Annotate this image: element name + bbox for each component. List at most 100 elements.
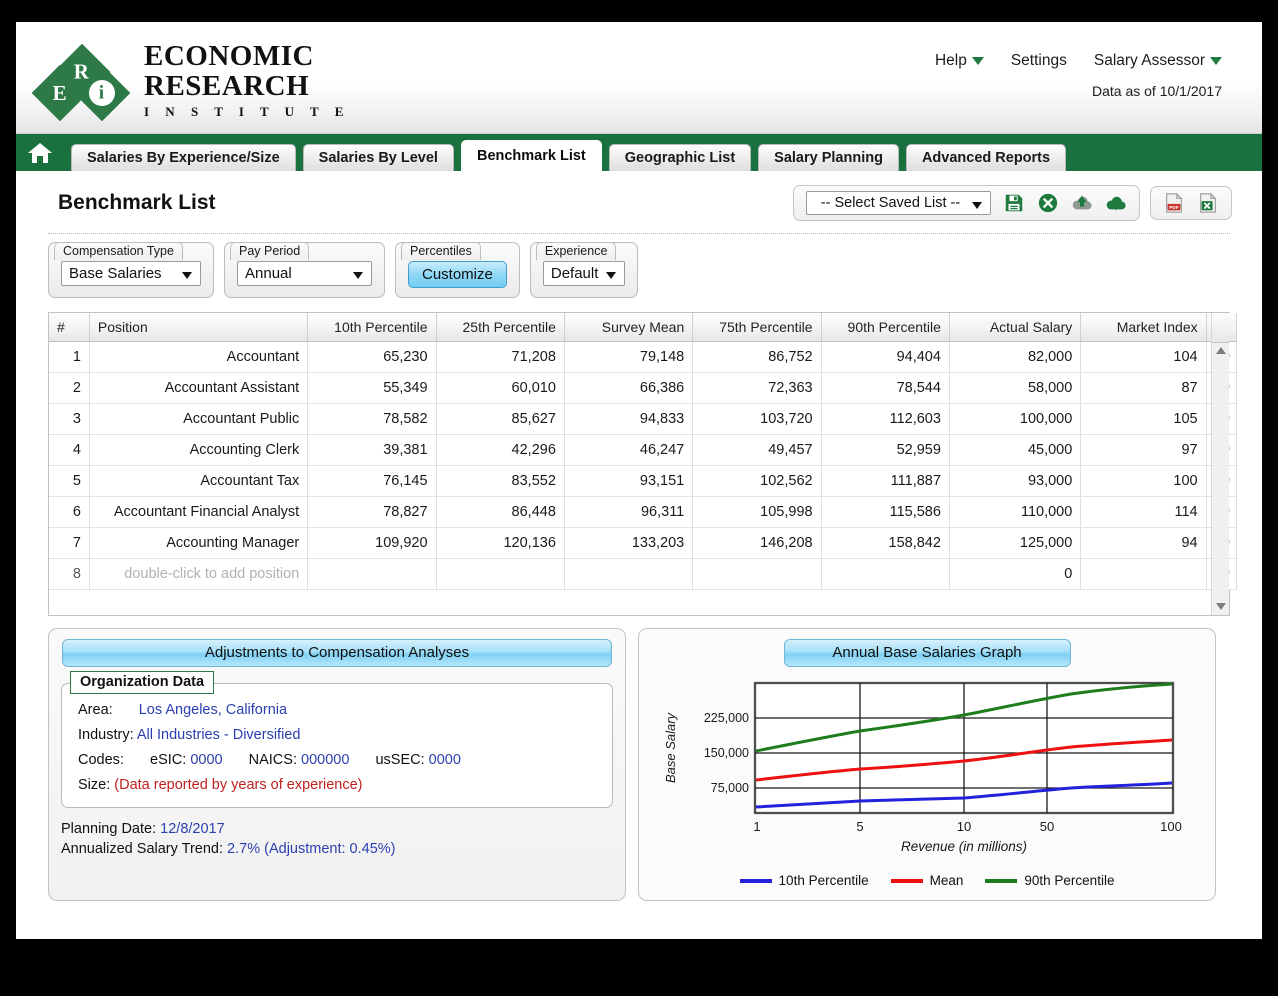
cell-actual-salary[interactable]: 110,000 xyxy=(949,496,1082,528)
legend-swatch-blue xyxy=(739,878,772,883)
col-header-position[interactable]: Position xyxy=(89,313,309,342)
delete-list-icon[interactable] xyxy=(1037,192,1059,214)
cell-market-index: 97 xyxy=(1080,434,1207,466)
chevron-down-icon xyxy=(1210,56,1222,65)
cell-actual-salary[interactable]: 100,000 xyxy=(949,403,1082,435)
codes-label: Codes: xyxy=(78,752,124,768)
tab-advanced-reports[interactable]: Advanced Reports xyxy=(905,144,1067,171)
cell-p10: 109,920 xyxy=(307,527,437,559)
cell-position[interactable]: Accountant Assistant xyxy=(89,372,309,404)
col-header-number[interactable]: # xyxy=(49,313,90,342)
y-tick-225000: 225,000 xyxy=(704,711,749,725)
customize-percentiles-button[interactable]: Customize xyxy=(408,261,507,288)
cell-p25: 60,010 xyxy=(436,372,565,404)
title-and-toolbar-row: Benchmark List -- Select Saved List -- P… xyxy=(36,171,1242,231)
excel-export-icon[interactable] xyxy=(1197,192,1219,214)
table-header-row: # Position 10th Percentile 25th Percenti… xyxy=(49,313,1238,342)
app-header: R E i ECONOMIC RESEARCH I N S T I T U T … xyxy=(16,22,1262,134)
product-menu[interactable]: Salary Assessor xyxy=(1094,52,1222,70)
col-header-survey-mean[interactable]: Survey Mean xyxy=(564,313,694,342)
cell-number: 7 xyxy=(49,527,90,559)
table-row[interactable]: 7 Accounting Manager 109,920 120,136 133… xyxy=(49,527,1238,559)
scroll-down-button[interactable] xyxy=(1212,598,1229,615)
scroll-up-button[interactable] xyxy=(1212,342,1229,359)
data-as-of-label: Data as of 10/1/2017 xyxy=(1092,83,1222,99)
experience-wrapper: Default xyxy=(542,261,625,286)
industry-row: Industry: All Industries - Diversified xyxy=(78,727,596,743)
save-icon[interactable] xyxy=(1003,192,1025,214)
cell-actual-salary[interactable]: 58,000 xyxy=(949,372,1082,404)
cell-p25: 86,448 xyxy=(436,496,565,528)
table-scrollbar[interactable] xyxy=(1211,313,1229,615)
chevron-up-icon xyxy=(1215,347,1226,354)
tab-benchmark-list[interactable]: Benchmark List xyxy=(460,140,602,171)
upload-icon[interactable] xyxy=(1071,192,1093,214)
home-button[interactable] xyxy=(16,134,64,171)
cell-number: 8 xyxy=(49,558,90,590)
cell-position[interactable]: Accountant xyxy=(89,341,309,373)
compensation-type-select[interactable]: Base Salaries xyxy=(61,261,201,286)
settings-link[interactable]: Settings xyxy=(1011,52,1067,70)
download-icon[interactable] xyxy=(1105,192,1127,214)
salary-trend-row: Annualized Salary Trend: 2.7% (Adjustmen… xyxy=(61,841,613,857)
cell-actual-salary[interactable]: 0 xyxy=(949,558,1082,590)
cell-position[interactable]: Accountant Tax xyxy=(89,465,309,497)
col-header-market-index[interactable]: Market Index xyxy=(1080,313,1207,342)
col-header-10th-percentile[interactable]: 10th Percentile xyxy=(307,313,437,342)
naics-value[interactable]: 000000 xyxy=(301,752,349,768)
product-label: Salary Assessor xyxy=(1093,52,1205,69)
graph-panel-header[interactable]: Annual Base Salaries Graph xyxy=(783,639,1071,667)
industry-value[interactable]: All Industries - Diversified xyxy=(137,727,301,743)
table-row[interactable]: 3 Accountant Public 78,582 85,627 94,833… xyxy=(49,403,1238,435)
eri-logo[interactable]: R E i ECONOMIC RESEARCH I N S T I T U T … xyxy=(31,40,350,122)
cell-p25: 71,208 xyxy=(436,341,565,373)
cell-position[interactable]: Accountant Public xyxy=(89,403,309,435)
chevron-down-icon xyxy=(1215,603,1226,610)
cell-position[interactable]: Accounting Clerk xyxy=(89,434,309,466)
experience-select[interactable]: Default xyxy=(542,261,625,286)
area-value[interactable]: Los Angeles, California xyxy=(139,702,287,718)
page-title: Benchmark List xyxy=(58,191,216,214)
tab-salary-planning[interactable]: Salary Planning xyxy=(758,144,899,171)
table-row-add-placeholder[interactable]: 8 double-click to add position 0 xyxy=(49,558,1238,590)
help-menu[interactable]: Help xyxy=(935,52,984,70)
codes-row: Codes: eSIC: 0000 NAICS: 000000 usSEC: 0… xyxy=(78,752,596,768)
y-tick-75000: 75,000 xyxy=(711,781,749,795)
esic-value[interactable]: 0000 xyxy=(190,752,222,768)
cell-actual-salary[interactable]: 82,000 xyxy=(949,341,1082,373)
table-row[interactable]: 4 Accounting Clerk 39,381 42,296 46,247 … xyxy=(49,434,1238,466)
tab-salaries-by-level[interactable]: Salaries By Level xyxy=(302,144,454,171)
add-position-cell[interactable]: double-click to add position xyxy=(89,558,309,590)
table-row[interactable]: 5 Accountant Tax 76,145 83,552 93,151 10… xyxy=(49,465,1238,497)
table-row[interactable]: 2 Accountant Assistant 55,349 60,010 66,… xyxy=(49,372,1238,404)
saved-list-select[interactable]: -- Select Saved List -- xyxy=(806,191,991,215)
cell-p10: 78,827 xyxy=(307,496,437,528)
cell-position[interactable]: Accountant Financial Analyst xyxy=(89,496,309,528)
filter-label-experience: Experience xyxy=(535,242,617,260)
cell-actual-salary[interactable]: 93,000 xyxy=(949,465,1082,497)
legend-label-mean: Mean xyxy=(929,873,964,888)
cell-mean: 96,311 xyxy=(564,496,694,528)
table-row[interactable]: 1 Accountant 65,230 71,208 79,148 86,752… xyxy=(49,341,1238,373)
cell-actual-salary[interactable]: 45,000 xyxy=(949,434,1082,466)
tab-salaries-by-experience-size[interactable]: Salaries By Experience/Size xyxy=(71,144,296,171)
cell-actual-salary[interactable]: 125,000 xyxy=(949,527,1082,559)
ussec-value[interactable]: 0000 xyxy=(429,752,461,768)
cell-p75: 103,720 xyxy=(692,403,822,435)
col-header-75th-percentile[interactable]: 75th Percentile xyxy=(692,313,822,342)
col-header-actual-salary[interactable]: Actual Salary xyxy=(949,313,1082,342)
table-row[interactable]: 6 Accountant Financial Analyst 78,827 86… xyxy=(49,496,1238,528)
pay-period-select[interactable]: Annual xyxy=(237,261,372,286)
tab-geographic-list[interactable]: Geographic List xyxy=(608,144,752,171)
col-header-90th-percentile[interactable]: 90th Percentile xyxy=(821,313,950,342)
cell-position[interactable]: Accounting Manager xyxy=(89,527,309,559)
eri-logo-text: ECONOMIC RESEARCH I N S T I T U T E xyxy=(144,40,350,120)
planning-date-value[interactable]: 12/8/2017 xyxy=(160,821,225,837)
cell-mean: 46,247 xyxy=(564,434,694,466)
cell-p90: 112,603 xyxy=(821,403,950,435)
adjustments-panel-header[interactable]: Adjustments to Compensation Analyses xyxy=(62,639,612,667)
pdf-export-icon[interactable]: PDF xyxy=(1163,192,1185,214)
col-header-25th-percentile[interactable]: 25th Percentile xyxy=(436,313,565,342)
salary-trend-value[interactable]: 2.7% (Adjustment: 0.45%) xyxy=(227,841,395,857)
brand-line-1: ECONOMIC xyxy=(144,40,314,72)
